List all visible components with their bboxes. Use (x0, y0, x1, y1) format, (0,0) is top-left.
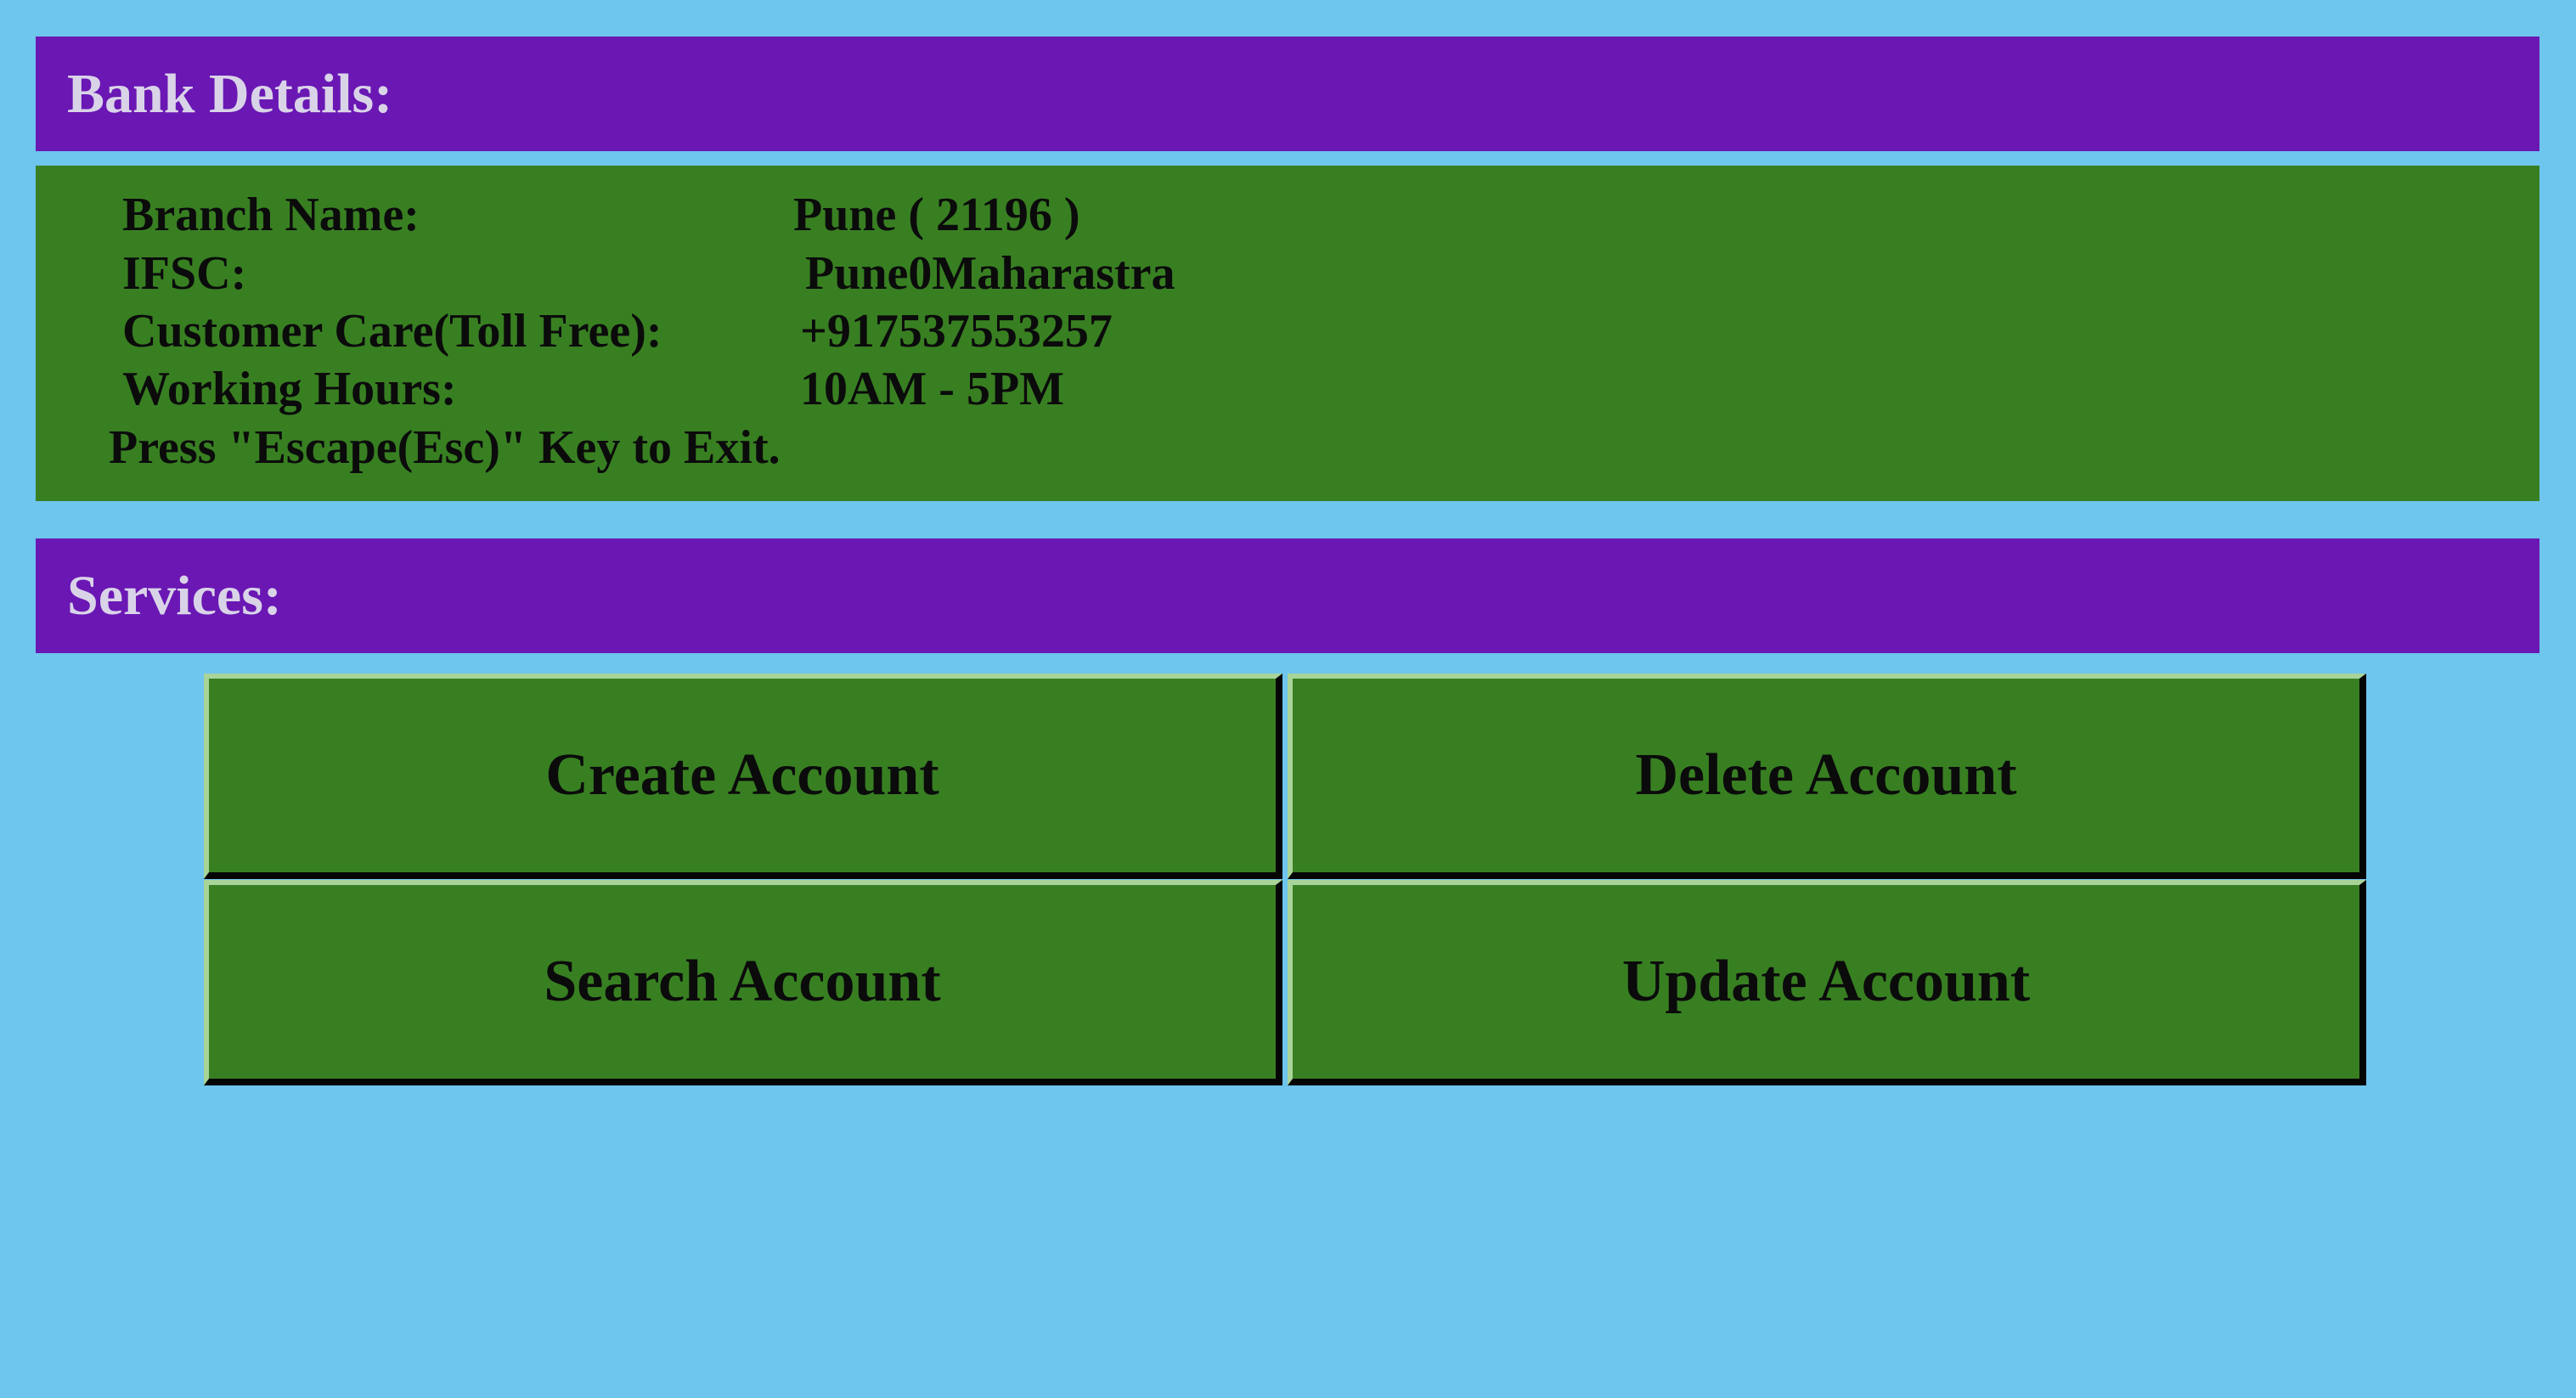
services-header: Services: (36, 538, 2539, 653)
create-account-button[interactable]: Create Account (204, 674, 1282, 879)
ifsc-label: IFSC: (122, 247, 247, 300)
bank-details-header: Bank Details: (36, 37, 2539, 151)
delete-account-button[interactable]: Delete Account (1288, 674, 2366, 879)
working-hours-value: 10AM - 5PM (800, 363, 1065, 415)
branch-name-value: Pune ( 21196 ) (793, 189, 1080, 241)
update-account-button[interactable]: Update Account (1288, 880, 2366, 1085)
ifsc-value: Pune0Maharastra (805, 247, 1175, 300)
exit-instruction: Press "Escape(Esc)" Key to Exit. (109, 421, 781, 474)
branch-name-label: Branch Name: (122, 189, 420, 241)
customer-care-value: +917537553257 (800, 305, 1113, 358)
working-hours-label: Working Hours: (122, 363, 457, 415)
search-account-button[interactable]: Search Account (204, 880, 1282, 1085)
bank-details-panel: Branch Name: Pune ( 21196 ) IFSC: Pune0M… (36, 166, 2539, 501)
customer-care-label: Customer Care(Toll Free): (122, 305, 662, 358)
